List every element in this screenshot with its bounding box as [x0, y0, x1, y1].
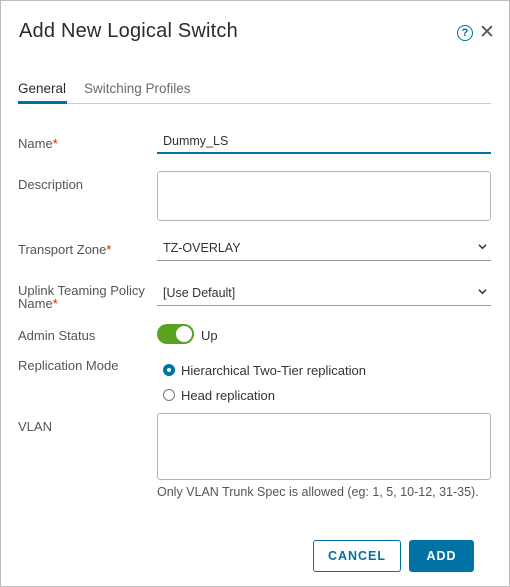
name-label: Name*	[18, 136, 58, 151]
chevron-down-icon	[478, 289, 487, 295]
radio-label-head: Head replication	[181, 388, 275, 403]
required-marker: *	[52, 136, 58, 151]
tab-switching-profiles[interactable]: Switching Profiles	[84, 80, 191, 104]
admin-status-toggle[interactable]	[157, 324, 194, 344]
add-button[interactable]: ADD	[409, 540, 474, 572]
transport-zone-label: Transport Zone*	[18, 242, 112, 257]
tab-general[interactable]: General	[18, 80, 68, 104]
radio-label-hierarchical: Hierarchical Two-Tier replication	[181, 363, 366, 378]
radio-hierarchical-two-tier[interactable]	[163, 364, 175, 376]
toggle-knob	[176, 326, 192, 342]
vlan-label: VLAN	[18, 419, 52, 434]
required-marker: *	[52, 296, 58, 311]
cancel-button[interactable]: CANCEL	[313, 540, 401, 572]
help-icon[interactable]: ?	[457, 25, 473, 41]
tab-bar: General Switching Profiles	[18, 80, 491, 104]
admin-status-value: Up	[201, 328, 218, 343]
transport-zone-value: TZ-OVERLAY	[163, 241, 241, 255]
replication-mode-label: Replication Mode	[18, 358, 119, 373]
radio-head-replication[interactable]	[163, 389, 175, 401]
description-label: Description	[18, 177, 84, 192]
close-icon[interactable]: ✕	[479, 23, 495, 43]
required-marker: *	[106, 242, 112, 257]
chevron-down-icon	[478, 244, 487, 250]
uplink-teaming-select[interactable]: [Use Default]	[157, 282, 491, 306]
vlan-textarea[interactable]	[157, 413, 491, 480]
admin-status-label: Admin Status	[18, 328, 96, 343]
uplink-teaming-label: Uplink Teaming Policy Name*	[18, 283, 145, 311]
uplink-teaming-value: [Use Default]	[163, 286, 236, 300]
transport-zone-select[interactable]: TZ-OVERLAY	[157, 237, 491, 261]
description-textarea[interactable]	[157, 171, 491, 221]
add-logical-switch-dialog: Add New Logical Switch ? ✕ General Switc…	[0, 0, 510, 587]
dialog-title: Add New Logical Switch	[19, 20, 238, 42]
vlan-helper-text: Only VLAN Trunk Spec is allowed (eg: 1, …	[157, 485, 479, 499]
name-input[interactable]: Dummy_LS	[157, 130, 491, 154]
